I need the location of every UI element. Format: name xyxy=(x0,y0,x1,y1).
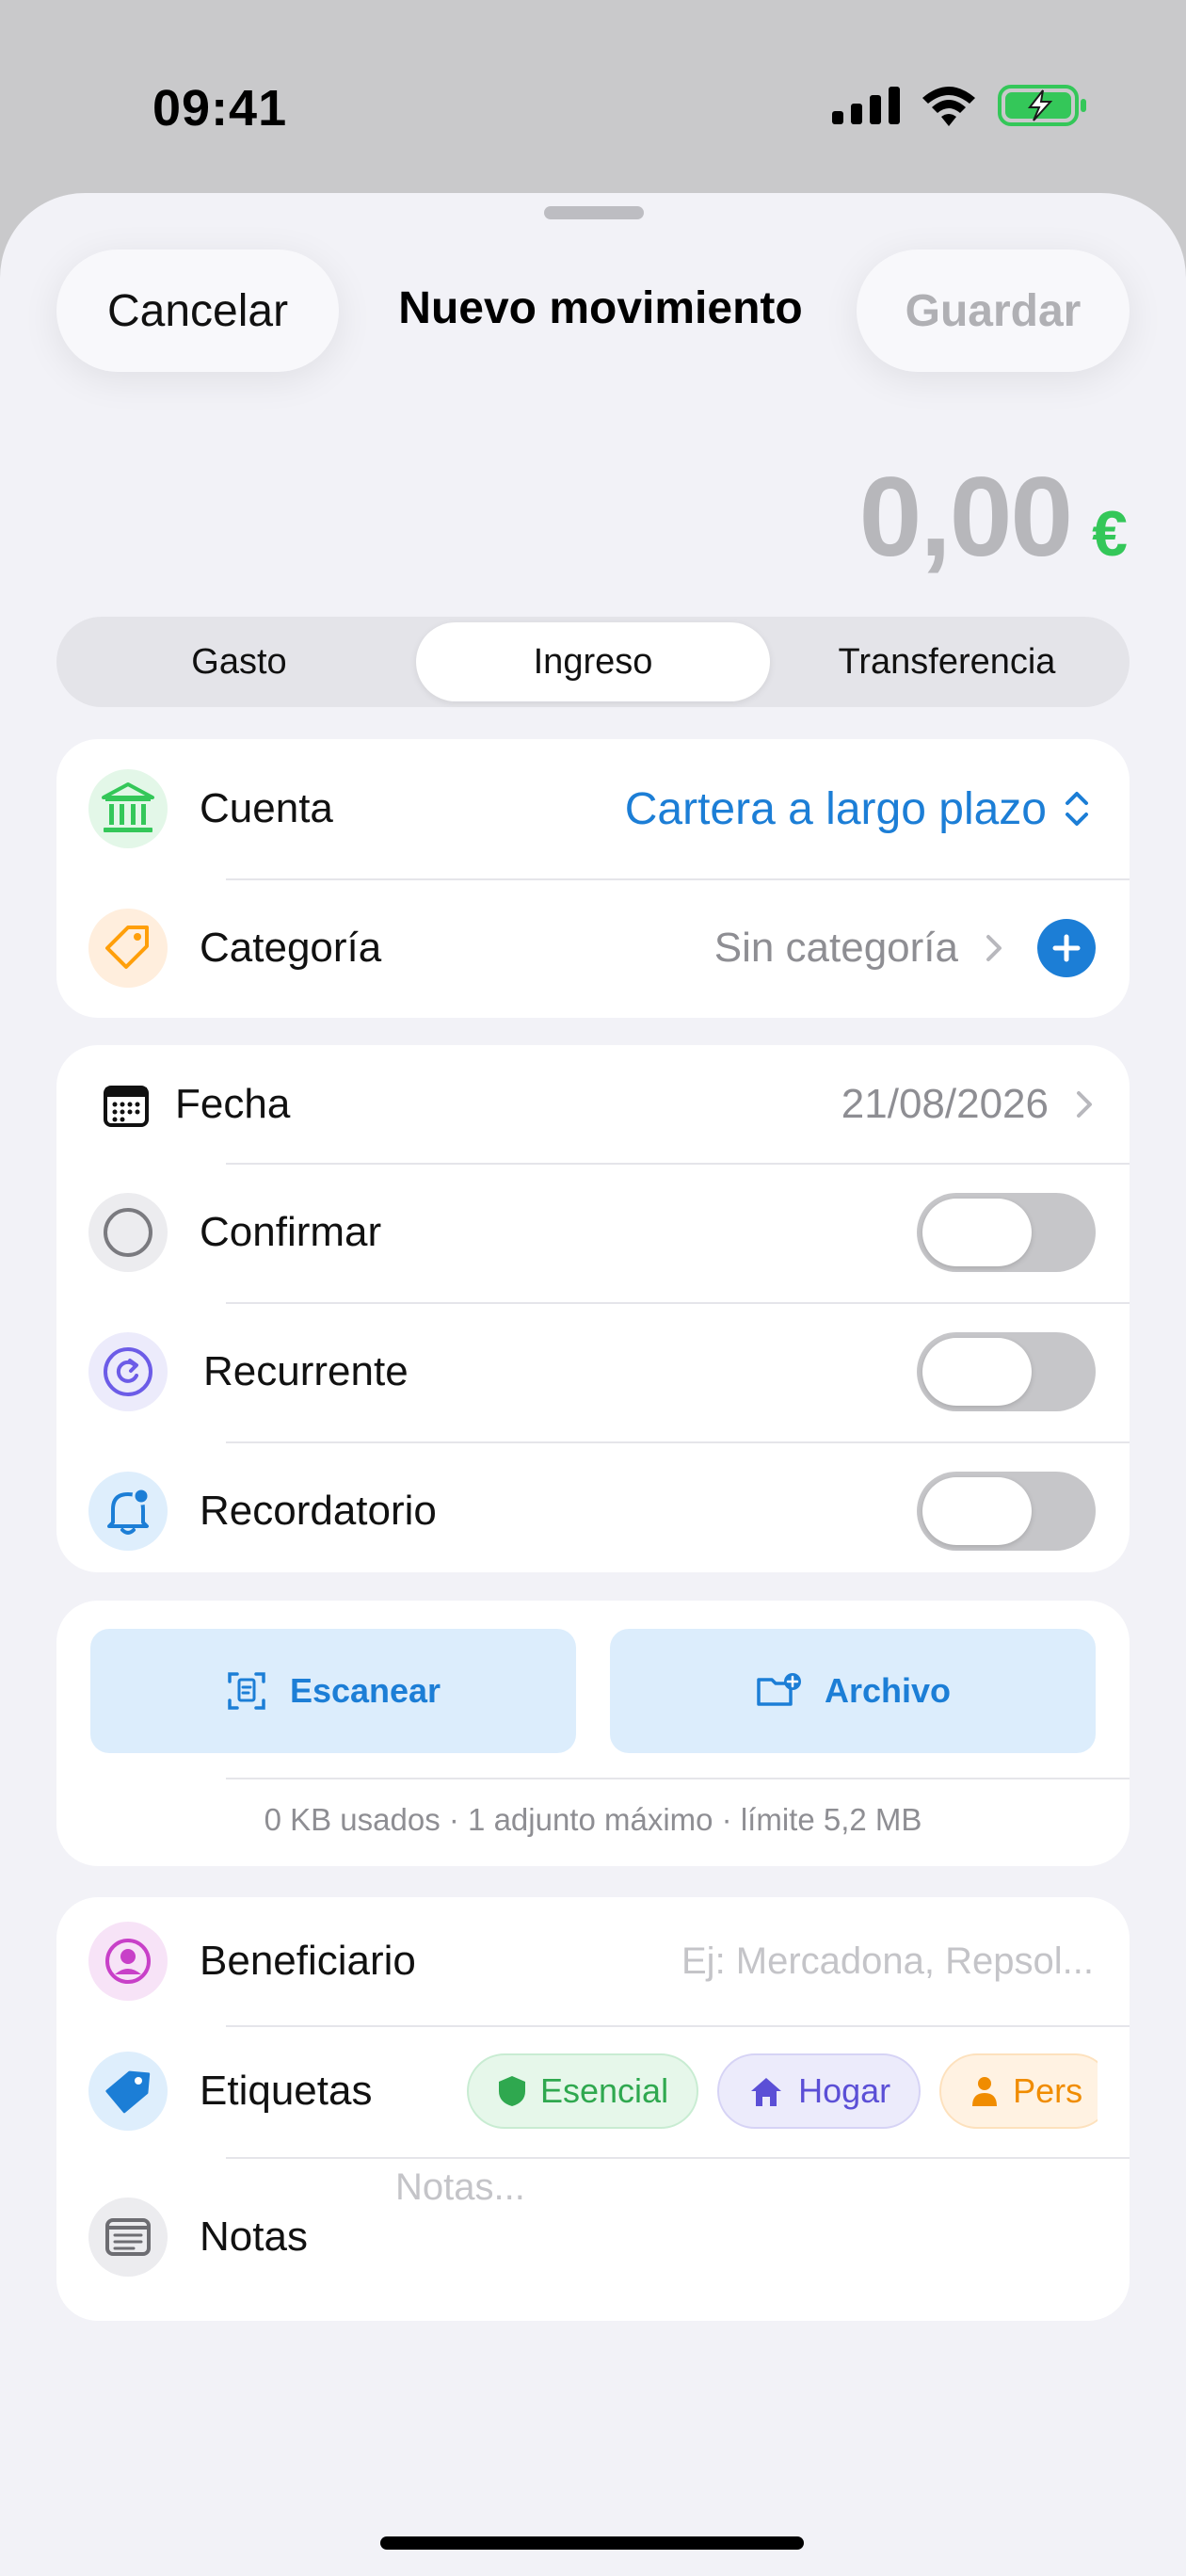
sheet-title-text: Nuevo movimiento xyxy=(398,283,803,333)
home-indicator xyxy=(380,2536,804,2550)
amount-currency: € xyxy=(1092,498,1128,570)
tag-chip-personal[interactable]: Pers xyxy=(939,2053,1098,2129)
notes-label: Notas xyxy=(200,2214,308,2260)
tags-row: Etiquetas Esencial Hogar Pers xyxy=(56,2025,1130,2157)
transaction-type-selector: Gasto Ingreso Transferencia xyxy=(56,617,1130,707)
attachments-divider xyxy=(226,1778,1130,1779)
wifi-icon xyxy=(922,87,975,126)
bank-icon xyxy=(88,769,168,848)
account-picker[interactable]: Cartera a largo plazo xyxy=(625,783,1096,835)
segment-transfer[interactable]: Transferencia xyxy=(770,622,1124,701)
file-button[interactable]: Archivo xyxy=(610,1629,1096,1753)
chevron-right-icon xyxy=(1077,1090,1092,1118)
folder-add-icon xyxy=(757,1673,801,1706)
confirm-toggle[interactable] xyxy=(917,1193,1096,1272)
status-bar: 09:41 xyxy=(0,0,1186,188)
plus-icon xyxy=(1052,934,1081,962)
tag-label: Hogar xyxy=(798,2071,891,2110)
status-icons xyxy=(832,85,1088,126)
amount-display[interactable]: 0,00 € xyxy=(859,452,1128,582)
tag-icon xyxy=(88,909,168,988)
tag-label: Pers xyxy=(1013,2071,1083,2110)
recurring-toggle[interactable] xyxy=(917,1332,1096,1411)
date-picker[interactable]: 21/08/2026 xyxy=(841,1081,1096,1128)
save-button[interactable]: Guardar xyxy=(857,250,1130,372)
tag-label: Esencial xyxy=(540,2071,669,2110)
date-row[interactable]: Fecha 21/08/2026 xyxy=(56,1045,1130,1163)
person-circle-icon xyxy=(88,1922,168,2001)
payee-input[interactable] xyxy=(606,1940,1096,1983)
notes-textarea[interactable] xyxy=(395,2166,1073,2242)
segment-income[interactable]: Ingreso xyxy=(416,622,770,701)
shield-icon xyxy=(499,2076,525,2106)
scan-document-icon xyxy=(228,1672,265,1710)
account-category-card: Cuenta Cartera a largo plazo Categoría S… xyxy=(56,739,1130,1018)
recurring-label: Recurrente xyxy=(203,1348,409,1394)
calendar-icon xyxy=(104,1085,149,1127)
amount-value: 0,00 xyxy=(858,454,1074,580)
payee-label: Beneficiario xyxy=(200,1938,416,1984)
date-options-card: Fecha 21/08/2026 Confirmar Recurrente Re… xyxy=(56,1045,1130,1572)
notes-row: Notas xyxy=(56,2157,1130,2317)
signal-icon xyxy=(832,87,900,124)
attachments-card: Escanear Archivo 0 KB usados · 1 adjunto… xyxy=(56,1601,1130,1866)
tag-fill-icon xyxy=(88,2052,168,2131)
reminder-label: Recordatorio xyxy=(200,1488,437,1534)
account-value: Cartera a largo plazo xyxy=(624,783,1047,834)
date-label: Fecha xyxy=(175,1080,291,1127)
category-picker[interactable]: Sin categoría xyxy=(714,919,1096,977)
confirm-label: Confirmar xyxy=(200,1209,382,1255)
reminder-toggle[interactable] xyxy=(917,1472,1096,1551)
house-icon xyxy=(751,2078,782,2106)
add-category-button[interactable] xyxy=(1037,919,1096,977)
category-value: Sin categoría xyxy=(713,925,958,971)
category-row[interactable]: Categoría Sin categoría xyxy=(56,878,1130,1018)
details-card: Beneficiario Etiquetas Esencial Hogar xyxy=(56,1897,1130,2321)
account-label: Cuenta xyxy=(200,785,333,831)
sheet-grabber[interactable] xyxy=(544,206,644,219)
confirm-row: Confirmar xyxy=(56,1163,1130,1302)
tag-chip-essential[interactable]: Esencial xyxy=(467,2053,699,2129)
bell-icon xyxy=(88,1472,168,1551)
circle-icon xyxy=(88,1193,168,1272)
reminder-row: Recordatorio xyxy=(56,1441,1130,1572)
status-time: 09:41 xyxy=(152,80,288,137)
battery-charging-icon xyxy=(998,85,1086,126)
attachments-info: 0 KB usados · 1 adjunto máximo · límite … xyxy=(264,1802,922,1837)
tags-label: Etiquetas xyxy=(200,2068,373,2114)
scan-label: Escanear xyxy=(289,1671,441,1710)
date-value: 21/08/2026 xyxy=(841,1080,1049,1127)
scan-button[interactable]: Escanear xyxy=(90,1629,576,1753)
recurring-row: Recurrente xyxy=(56,1302,1130,1441)
new-transaction-sheet: Cancelar Nuevo movimiento Guardar 0,00 €… xyxy=(0,193,1186,2576)
tag-chip-home[interactable]: Hogar xyxy=(717,2053,922,2129)
category-label: Categoría xyxy=(200,925,382,971)
account-row[interactable]: Cuenta Cartera a largo plazo xyxy=(56,739,1130,878)
segment-expense[interactable]: Gasto xyxy=(62,622,416,701)
file-label: Archivo xyxy=(824,1671,952,1710)
chevron-right-icon xyxy=(986,935,1002,961)
chevron-up-down-icon xyxy=(1066,792,1088,826)
notes-icon xyxy=(88,2198,168,2277)
payee-row: Beneficiario xyxy=(56,1897,1130,2025)
tags-list: Esencial Hogar Pers xyxy=(467,2053,1098,2129)
person-icon xyxy=(972,2077,998,2106)
repeat-icon xyxy=(88,1332,168,1411)
